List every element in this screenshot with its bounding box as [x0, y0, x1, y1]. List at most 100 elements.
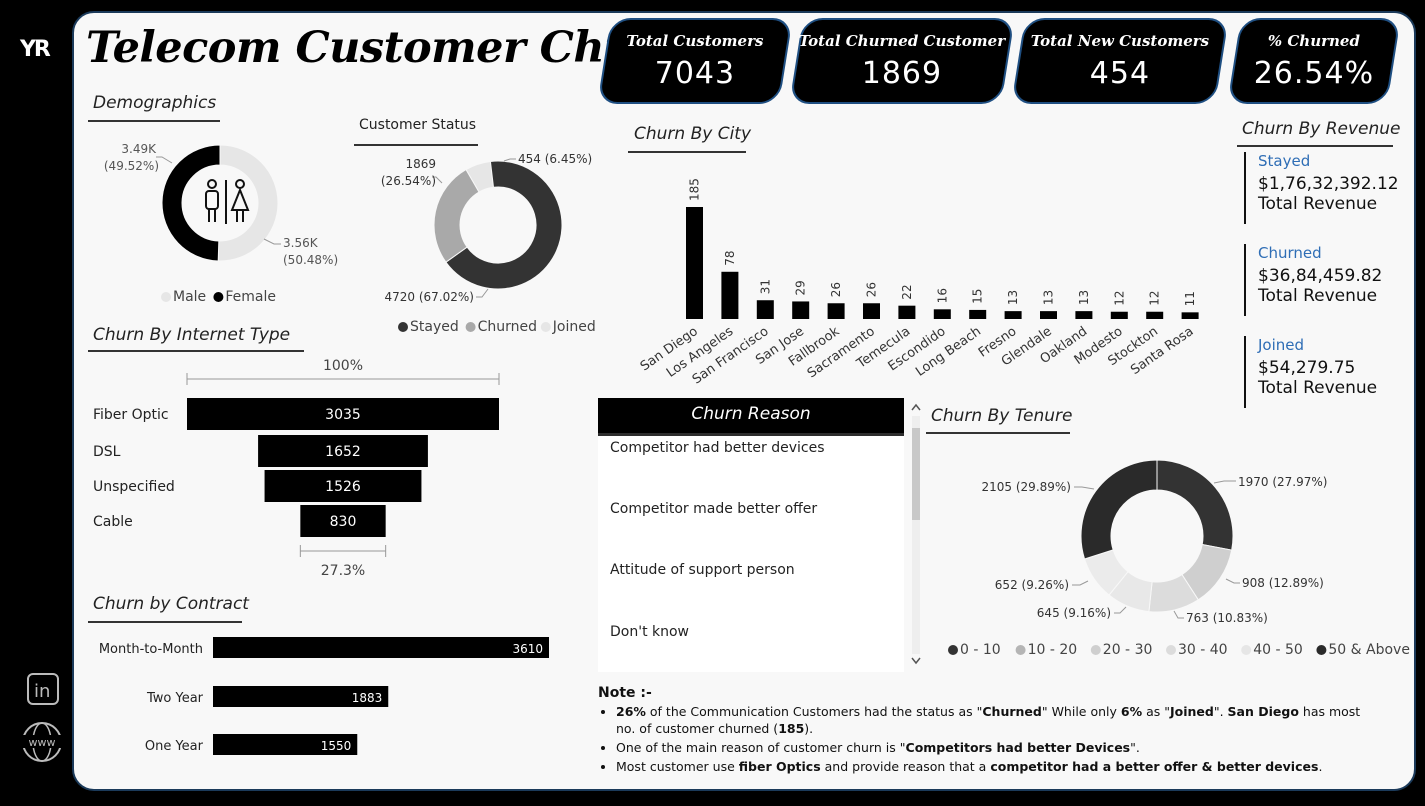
contract-value-label: 3610	[512, 642, 543, 656]
globe-www-icon[interactable]: www	[20, 720, 64, 764]
data-label: (50.48%)	[283, 253, 338, 267]
churn-reason-scrollbar[interactable]	[909, 398, 923, 672]
contract-value-label: 1883	[352, 691, 383, 705]
data-label: 1869	[405, 157, 436, 171]
note-list: 26% of the Communication Customers had t…	[598, 703, 1378, 775]
svg-text:in: in	[34, 681, 50, 702]
leader-line	[1074, 486, 1095, 490]
leader-line	[1114, 606, 1127, 614]
customer-status-legend-item: Joined	[552, 319, 596, 335]
customer-status-slice	[433, 168, 480, 263]
dashboard-canvas: Telecom Customer Churn Total Customers 70…	[72, 11, 1416, 791]
churn-reason-list: Competitor had better devices Competitor…	[598, 436, 904, 672]
funnel-category-label: Fiber Optic	[93, 407, 169, 423]
tenure-legend-dot	[1015, 645, 1026, 655]
churn-reason-header: Churn Reason	[598, 398, 904, 436]
svg-text:www: www	[29, 736, 56, 749]
leader-line	[1072, 580, 1089, 586]
note-item: Most customer use fiber Optics and provi…	[616, 758, 1378, 775]
bar-2	[756, 300, 774, 319]
bar-value-label: 26	[829, 282, 843, 297]
note-title: Note :-	[598, 685, 652, 701]
leader-line	[1173, 610, 1184, 619]
revenue-value: $54,279.75	[1258, 358, 1356, 378]
bar-14	[1181, 312, 1199, 319]
customer-status-legend-dot	[465, 322, 476, 332]
leader-line	[503, 158, 516, 162]
bar-10	[1040, 311, 1057, 319]
note-item: 26% of the Communication Customers had t…	[616, 703, 1378, 737]
bar-value-label: 185	[688, 178, 702, 201]
data-label: 454 (6.45%)	[518, 152, 592, 166]
list-item[interactable]: Competitor had better devices	[610, 440, 824, 456]
tenure-slice	[1080, 459, 1158, 560]
tenure-legend-dot	[1316, 645, 1327, 655]
yr-logo[interactable]: YR	[18, 32, 58, 62]
funnel-value-label: 1526	[325, 479, 361, 495]
funnel-top-label: 100%	[323, 358, 363, 374]
bar-value-label: 31	[758, 279, 772, 294]
revenue-sublabel: Total Revenue	[1258, 194, 1378, 214]
revenue-card-joined: Joined $54,279.75 Total Revenue	[1244, 336, 1377, 408]
demographics-legend-item: Female	[225, 289, 276, 305]
funnel-category-label: Unspecified	[93, 479, 175, 495]
linkedin-icon[interactable]: in	[26, 672, 60, 706]
data-label: 908 (12.89%)	[1242, 576, 1324, 590]
contract-bar-0	[213, 637, 549, 658]
tenure-legend-item: 50 & Above	[1328, 642, 1410, 658]
funnel-value-label: 830	[330, 514, 357, 530]
tenure-legend-dot	[948, 645, 958, 655]
tenure-legend-dot	[1166, 645, 1176, 655]
bar-value-label: 13	[1042, 290, 1056, 305]
tenure-legend-item: 0 - 10	[960, 642, 1001, 658]
tenure-legend-dot	[1241, 645, 1252, 655]
bar-value-label: 78	[723, 250, 737, 265]
data-label: 1970 (27.97%)	[1238, 475, 1327, 489]
bar-6	[898, 305, 916, 319]
tenure-legend-dot	[1090, 645, 1101, 655]
tenure-legend-item: 30 - 40	[1178, 642, 1228, 658]
data-label: 3.49K	[121, 142, 157, 156]
funnel-bottom-label: 27.3%	[321, 563, 365, 579]
customer-status-legend-item: Churned	[478, 319, 537, 335]
data-label: 2105 (29.89%)	[982, 480, 1071, 494]
bar-1	[721, 271, 739, 319]
revenue-card-churned: Churned $36,84,459.82 Total Revenue	[1244, 244, 1382, 316]
bar-value-label: 11	[1183, 291, 1197, 306]
customer-status-legend-dot	[398, 322, 408, 332]
tenure-legend-item: 10 - 20	[1028, 642, 1078, 658]
funnel-category-label: Cable	[93, 514, 133, 530]
svg-text:YR: YR	[19, 37, 51, 62]
customer-status-legend-dot	[540, 322, 551, 332]
leader-line	[1225, 578, 1240, 584]
bar-value-label: 22	[900, 284, 914, 299]
revenue-label: Stayed	[1258, 152, 1311, 170]
list-item[interactable]: Don't know	[610, 624, 689, 640]
chevron-down-icon	[911, 657, 921, 665]
data-label: 645 (9.16%)	[1037, 606, 1111, 620]
bar-value-label: 15	[971, 289, 985, 304]
demographics-legend-item: Male	[173, 289, 206, 305]
bar-value-label: 16	[935, 288, 949, 303]
revenue-label: Joined	[1258, 336, 1305, 354]
bar-value-label: 12	[1148, 290, 1162, 305]
list-item[interactable]: Competitor made better offer	[610, 501, 817, 517]
list-item[interactable]: Attitude of support person	[610, 562, 795, 578]
funnel-category-label: DSL	[93, 444, 121, 460]
bar-12	[1110, 311, 1128, 319]
note-item: One of the main reason of customer churn…	[616, 739, 1378, 756]
left-rail: YR in www	[0, 0, 72, 806]
note-box: Note :- 26% of the Communication Custome…	[598, 685, 1378, 777]
tenure-legend-item: 40 - 50	[1253, 642, 1303, 658]
bar-9	[1004, 311, 1022, 319]
leader-line	[263, 238, 281, 245]
contract-value-label: 1550	[321, 739, 352, 753]
bar-value-label: 12	[1112, 290, 1126, 305]
bar-value-label: 13	[1077, 290, 1091, 305]
funnel-value-label: 1652	[325, 444, 361, 460]
bar-value-label: 29	[794, 280, 808, 295]
bar-8	[969, 309, 987, 319]
demographics-legend-dot	[213, 292, 224, 302]
data-label: 652 (9.26%)	[995, 578, 1069, 592]
leader-line	[476, 288, 489, 298]
